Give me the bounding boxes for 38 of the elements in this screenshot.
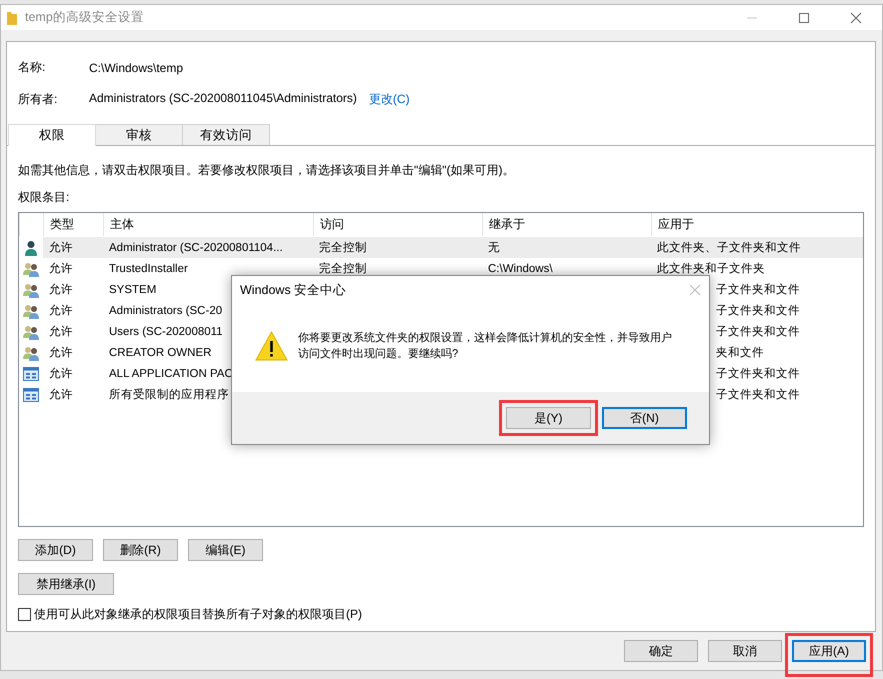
- table-cell: Administrators (SC-20: [109, 304, 222, 316]
- table-cell: 子文件夹和文件: [716, 326, 800, 338]
- section-label: 权限条目:: [18, 189, 70, 206]
- table-cell: 允许: [49, 368, 73, 380]
- table-cell: C:\Windows\: [488, 262, 553, 274]
- table-cell: 允许: [49, 284, 73, 296]
- field-value: Administrators (SC-202008011045\Administrators): [89, 91, 357, 107]
- field-value: C:\Windows\temp: [89, 60, 184, 74]
- dialog-title: Windows 安全中心: [240, 282, 348, 298]
- table-cell: 允许: [49, 347, 73, 359]
- info-text: 如需其他信息，请双击权限项目。若要修改权限项目，请选择该项目并单击"编辑"(如果可用)。: [18, 162, 516, 179]
- table-cell: Users (SC-202008011: [109, 326, 223, 338]
- table-cell: 完全控制: [319, 263, 367, 275]
- table-cell: CREATOR OWNER: [109, 346, 212, 358]
- dialog-message: 你将要更改系统文件夹的权限设置，这样会降低计算机的安全性，并导致用户访问文件时出现问题。要继续吗?: [298, 330, 673, 362]
- table-cell: 允许: [49, 263, 73, 275]
- table-cell: 所有受限制的应用程序: [109, 389, 229, 401]
- table-cell: 子文件夹和文件: [716, 284, 800, 296]
- table-cell: ALL APPLICATION PAC: [109, 368, 233, 380]
- table-cell: 此文件夹、子文件夹和文件: [657, 242, 801, 254]
- table-cell: 夹和文件: [716, 347, 764, 359]
- table-cell: 完全控制: [319, 242, 367, 254]
- table-cell: 允许: [49, 326, 73, 338]
- table-cell: SYSTEM: [109, 284, 156, 296]
- field-label: 所有者:: [18, 91, 58, 108]
- table-cell: 允许: [49, 242, 73, 254]
- table-cell: Administrator (SC-20200801104...: [109, 242, 283, 254]
- table-cell: 允许: [49, 305, 73, 317]
- window-title: temp的高级安全设置: [25, 9, 145, 26]
- table-cell: 子文件夹和文件: [716, 305, 800, 317]
- table-cell: 无: [488, 242, 500, 254]
- checkbox-label: 使用可从此对象继承的权限项目替换所有子对象的权限项目(P): [34, 606, 362, 623]
- table-cell: 允许: [49, 389, 73, 401]
- table-cell: 子文件夹和文件: [716, 389, 800, 401]
- table-cell: 子文件夹和文件: [716, 368, 800, 380]
- table-cell: TrustedInstaller: [109, 262, 188, 274]
- field-label: 名称:: [18, 59, 46, 76]
- table-cell: 此文件夹和子文件夹: [657, 263, 765, 275]
